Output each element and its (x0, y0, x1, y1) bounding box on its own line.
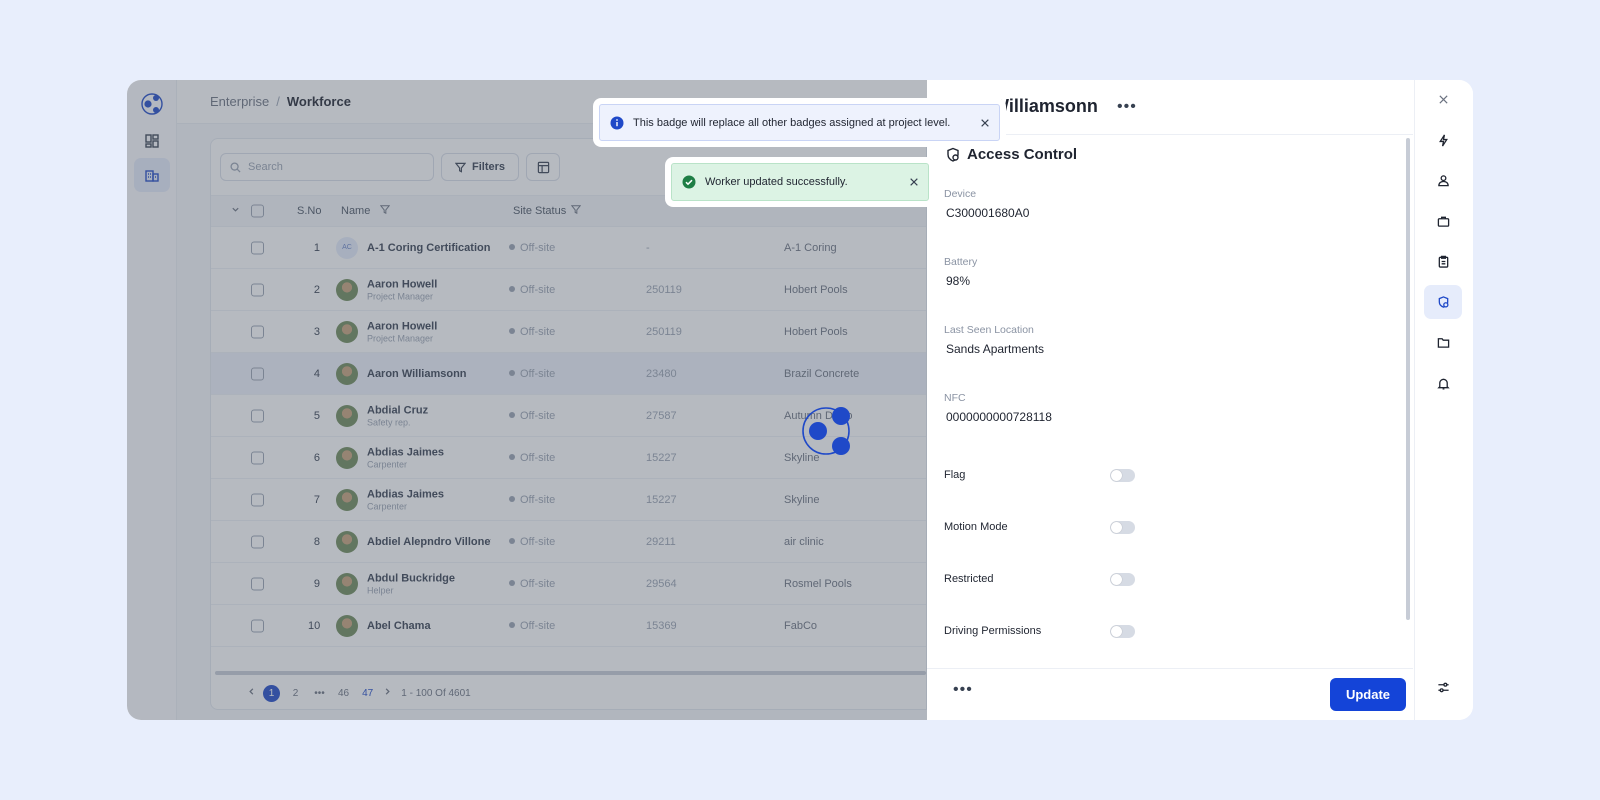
info-icon (610, 116, 624, 130)
section-title: Access Control (945, 146, 1077, 163)
panel-footer: ••• Update (927, 668, 1413, 720)
lightning-icon (1438, 134, 1448, 146)
location-label: Last Seen Location (944, 324, 1034, 336)
folder-icon (1437, 337, 1449, 348)
motion-mode-toggle[interactable] (1110, 521, 1135, 534)
device-label: Device (944, 188, 977, 200)
sidebar-item-settings[interactable] (1424, 670, 1462, 704)
close-icon[interactable] (909, 177, 919, 187)
sidebar-item-access-control[interactable] (1424, 285, 1462, 319)
driving-permissions-toggle[interactable] (1110, 625, 1135, 638)
success-toast-message: Worker updated successfully. (705, 176, 848, 188)
bell-icon (1436, 378, 1450, 390)
clipboard-icon (1438, 255, 1448, 268)
badge-shield-icon (947, 147, 959, 162)
sidebar-item-files[interactable] (1424, 325, 1462, 359)
panel-title: Williamsonn (992, 96, 1098, 116)
sidebar-item-work[interactable] (1424, 204, 1462, 238)
loading-spinner-icon (802, 407, 850, 455)
sidebar-item-activity[interactable] (1424, 123, 1462, 157)
flag-toggle[interactable] (1110, 469, 1135, 482)
battery-value: 98% (946, 274, 971, 288)
location-value: Sands Apartments (946, 342, 1045, 356)
worker-detail-panel: Williamsonn ••• Access Control Device C3… (927, 80, 1473, 720)
close-icon (1438, 94, 1448, 104)
badge-shield-icon (1438, 295, 1449, 308)
motion-mode-label: Motion Mode (944, 521, 1008, 533)
more-options-button[interactable]: ••• (1117, 98, 1137, 116)
person-icon (1437, 174, 1449, 186)
check-circle-icon (682, 175, 696, 189)
close-button[interactable] (1424, 82, 1462, 116)
sidebar-item-alerts[interactable] (1424, 366, 1462, 400)
info-toast: This badge will replace all other badges… (599, 104, 1000, 141)
update-button[interactable]: Update (1330, 678, 1406, 711)
briefcase-icon (1437, 216, 1449, 227)
nfc-label: NFC (944, 392, 966, 404)
restricted-label: Restricted (944, 573, 994, 585)
sidebar-item-documents[interactable] (1424, 244, 1462, 278)
panel-sidebar (1414, 80, 1473, 720)
sliders-icon (1437, 682, 1449, 692)
driving-permissions-label: Driving Permissions (944, 625, 1042, 637)
section-title-label: Access Control (967, 146, 1078, 163)
device-value: C300001680A0 (946, 206, 1030, 220)
info-toast-message: This badge will replace all other badges… (633, 116, 951, 129)
nfc-value: 0000000000728118 (946, 410, 1052, 424)
battery-label: Battery (944, 256, 978, 268)
flag-label: Flag (944, 469, 966, 481)
close-icon[interactable] (980, 118, 990, 128)
footer-more-button[interactable]: ••• (953, 681, 973, 699)
sidebar-item-profile[interactable] (1424, 163, 1462, 197)
success-toast: Worker updated successfully. (671, 163, 929, 201)
restricted-toggle[interactable] (1110, 573, 1135, 586)
vertical-scrollbar[interactable] (1406, 138, 1410, 620)
